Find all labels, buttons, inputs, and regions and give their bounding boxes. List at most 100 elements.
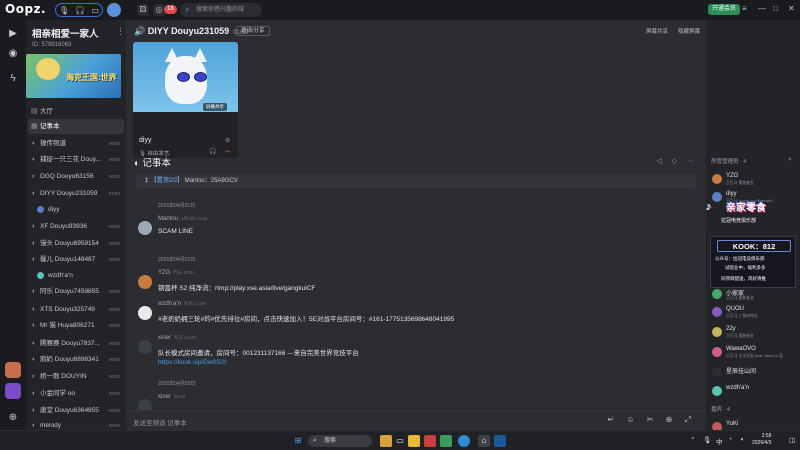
gamepad-icon[interactable]: ◉ [6, 47, 20, 61]
guests-header: 嘉宾 · 4 [711, 407, 730, 413]
hide-screen-button[interactable]: 隐藏屏幕 [678, 27, 700, 35]
lightning-icon[interactable]: ϟ [6, 72, 20, 86]
screen-share-button[interactable]: 屏幕共享 [646, 27, 668, 35]
message-avatar[interactable] [138, 275, 152, 289]
channel-item[interactable]: ◖ 腾赛赛 Douyu7837... 00/50 [28, 336, 124, 351]
notification-icon[interactable]: ◫ [789, 436, 795, 444]
channel-label: 捕捉一只三花 Douy... [40, 156, 101, 163]
server-title[interactable]: 相亲相爱一家人 [32, 26, 99, 40]
channel-item[interactable]: ◖ 操传频道 00/50 [28, 136, 124, 151]
channel-item[interactable]: ◖ Mr 猫 Huya806271 00/50 [28, 318, 124, 333]
member-item[interactable]: YuKi [712, 420, 798, 430]
headset-icon[interactable]: 🎧 [209, 148, 216, 155]
start-icon[interactable]: ⊞ [292, 435, 304, 447]
message-avatar[interactable] [138, 306, 152, 320]
channel-item[interactable]: ◖ XF Douyu93936 00/50 [28, 219, 124, 234]
volume-icon[interactable]: ◖ [740, 436, 744, 443]
server-avatar[interactable] [5, 362, 21, 378]
composer-toolbar[interactable]: ↵ ☺ ✂ ⊕ ⤢ [607, 415, 696, 425]
server-banner: 海克王国:世界 [26, 54, 121, 98]
message-author[interactable]: YZG 昨天 20:51 [158, 270, 195, 276]
mic-icon[interactable]: 🎙 [59, 6, 69, 15]
add-server-icon[interactable]: ⊕ [6, 411, 20, 425]
channel-item[interactable]: ◖ DGQ Douyu63156 00/50 [28, 169, 124, 184]
screen-icon[interactable]: ▭ [91, 6, 99, 15]
headset-icon[interactable]: 🎧 [75, 6, 85, 15]
more-icon[interactable]: ⋮ [116, 26, 125, 37]
taskbar-search[interactable]: ⌕ 搜索 [308, 435, 372, 447]
channel-item[interactable]: ◖ 桥一歌 DOUYIN 00/50 [28, 369, 124, 384]
ime-label[interactable]: 中 [716, 436, 723, 446]
member-item[interactable]: QUOU 正巨马 三角洲特战 [712, 305, 798, 320]
channel-icon: ▦ [31, 123, 38, 130]
video-tile[interactable]: 屏幕共享 diyy ⚙ 🎙 自由发言 🎧 ↦ [133, 42, 238, 158]
game-icon[interactable]: ⚄ [137, 4, 149, 16]
taskview-icon[interactable]: ▭ [394, 435, 406, 447]
message-author[interactable]: Mantou 4月1日 21:52 [158, 216, 208, 222]
settings-icon[interactable]: ⚙ [225, 137, 230, 144]
channel-member[interactable]: diyy [28, 202, 124, 217]
tiktok-icon: ♪ [706, 201, 712, 213]
promo-line: 试验业中，福利多多 [725, 265, 766, 270]
clock[interactable]: 2:58 2026/4/3 [752, 433, 771, 447]
message-author[interactable]: xiner 00:56 [158, 394, 185, 400]
maximize-icon[interactable]: □ [773, 4, 778, 13]
channel-item[interactable]: ▦ 记事本 [28, 119, 124, 134]
channel-item[interactable]: ◖ 小金同学 oo 00/50 [28, 386, 124, 401]
channel-item[interactable]: ◖ 馨儿 Douyu148487 00/50 [28, 252, 124, 267]
mic-icon[interactable]: 🎙 [703, 436, 711, 444]
app-icon[interactable] [424, 435, 436, 447]
server-avatar[interactable] [5, 383, 21, 399]
clock-date: 2026/4/3 [752, 440, 772, 446]
app-icon[interactable]: ⌂ [478, 435, 490, 447]
member-item[interactable]: WawaOVO 正巨马 天生无丽 (feat. Miss Ko 葛... [712, 345, 798, 360]
channel-item[interactable]: ▤ 大厅 [28, 104, 124, 119]
message-author[interactable]: xiner 昨天 23:26 [158, 335, 196, 341]
notes-toolbar[interactable]: ◁ ◇ ⋯ [656, 157, 698, 165]
member-status: 正巨马 擅独者会 [726, 181, 754, 185]
promo-line: 同项目配送，风好清推 [721, 276, 766, 281]
channel-item[interactable]: ◖ melody 00/50 [28, 418, 124, 430]
network-icon[interactable]: ◔ [728, 436, 732, 443]
search-input[interactable]: ⌕ 搜索你感兴趣的域 [180, 3, 262, 17]
channel-item[interactable]: ◖ DIYY Douyu231059 01/50 [28, 186, 124, 201]
message-link[interactable]: https://kook.vip/Dw0S2I [158, 359, 226, 366]
search-icon[interactable]: ⌕ [788, 156, 792, 164]
message-text: 钢盔杯 S2 纯净流：rtmp://play.xse.asia/live/gan… [158, 285, 316, 292]
vip-button[interactable]: 开通会员 [708, 4, 741, 15]
member-item[interactable]: 小家家 正巨马 擅独者会 [712, 287, 798, 302]
channel-item[interactable]: ◖ XTS Douyu325749 00/50 [28, 302, 124, 317]
message-author[interactable]: wzdh'a'n 昨天 21:59 [158, 301, 206, 307]
channel-item[interactable]: ◖ 鸦奶 Douyu6898341 00/50 [28, 352, 124, 367]
channel-item[interactable]: ◖ 馒头 Douyu6959154 00/50 [28, 236, 124, 251]
promo-kook: KOOK：812 [717, 240, 791, 252]
invite-button[interactable]: 邀请/分享 [236, 26, 270, 36]
channel-count: 00/50 [108, 374, 120, 379]
member-status: 正巨马 擅独者会 [726, 296, 754, 300]
member-item[interactable]: 22y 正巨马 擅独者会 [712, 325, 798, 340]
member-item[interactable]: YZG 正巨马 擅独者会 [712, 172, 798, 187]
menu-icon[interactable]: ≡ [742, 4, 747, 13]
member-avatar [712, 289, 722, 299]
minimize-icon[interactable]: — [758, 4, 766, 13]
member-item[interactable]: 星辰挂山间 [712, 365, 798, 380]
leave-icon[interactable]: ↦ [225, 148, 230, 155]
folder-icon[interactable] [408, 435, 420, 447]
home-icon[interactable]: ▶ [6, 27, 20, 41]
close-icon[interactable]: ✕ [788, 4, 795, 13]
message-avatar[interactable] [138, 221, 152, 235]
chevron-up-icon[interactable]: ⌃ [690, 436, 695, 444]
message-composer[interactable]: 发送至频道 记事本 ↵ ☺ ✂ ⊕ ⤢ [126, 410, 706, 430]
steam-icon[interactable] [494, 435, 506, 447]
app-icon[interactable] [440, 435, 452, 447]
user-avatar[interactable] [107, 3, 121, 17]
channel-item[interactable]: ◖ 阿乐 Douyu7459855 00/50 [28, 284, 124, 299]
channel-item[interactable]: ◖ 捕捉一只三花 Douy... 00/50 [28, 152, 124, 167]
channel-item[interactable]: ◖ 唐堂 Douyu6364855 00/50 [28, 403, 124, 418]
message-avatar[interactable] [138, 340, 152, 354]
app-icon[interactable] [380, 435, 392, 447]
pinned-message[interactable]: ↥ 【置顶2/2】 Mantou：25A9GCV [136, 174, 696, 188]
edge-icon[interactable] [458, 435, 470, 447]
channel-member[interactable]: wzdh'a'n [28, 268, 124, 283]
member-item[interactable]: wzdh'a'n [712, 384, 798, 399]
